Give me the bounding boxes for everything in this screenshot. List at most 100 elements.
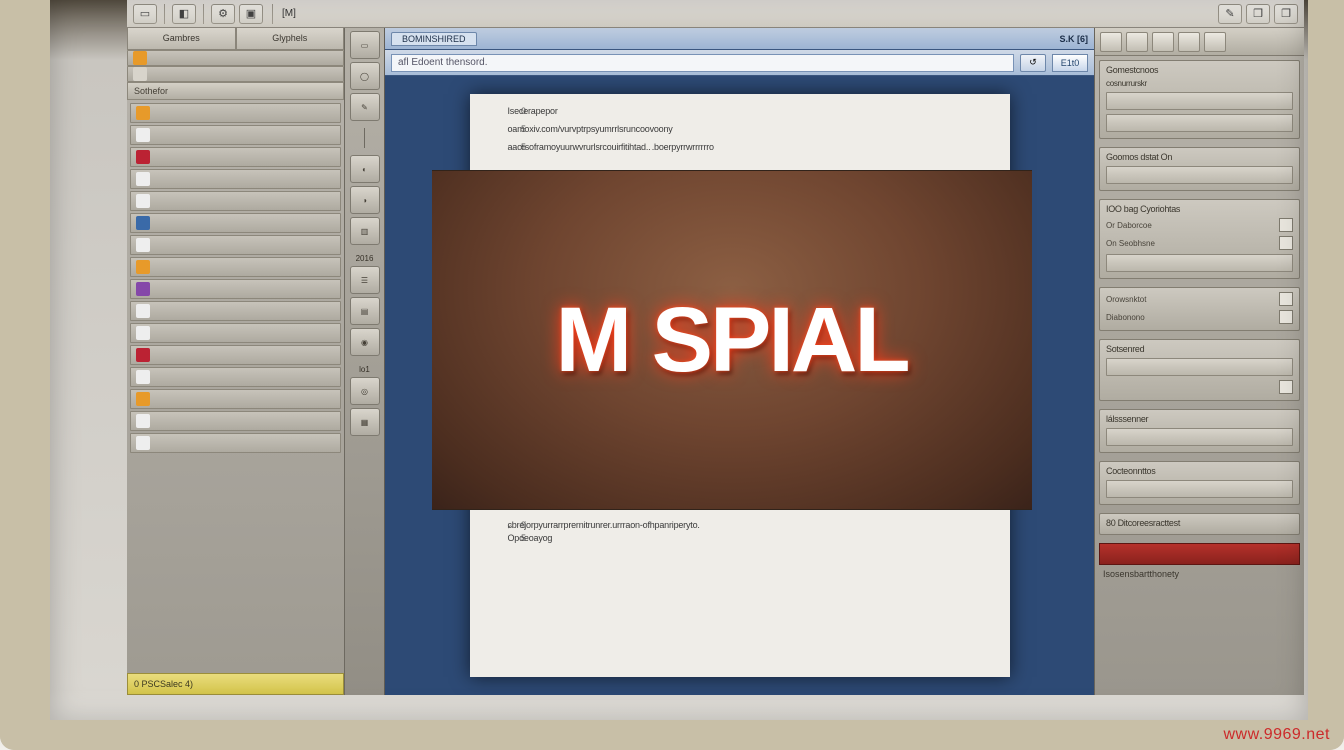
section-header: Gomestcnoos (1106, 65, 1293, 75)
address-field[interactable]: afl Edoent thensord. (391, 54, 1014, 72)
left-section-header: Sothefor (127, 82, 344, 100)
section-header: 80 Ditcoreesracttest (1106, 518, 1293, 528)
left-item-3[interactable] (130, 169, 341, 189)
swatch-icon (136, 436, 150, 450)
line-number: 0 (516, 104, 532, 119)
rp-btn-1[interactable] (1100, 32, 1122, 52)
tool-btn-8[interactable]: ▤ (350, 297, 380, 325)
checkbox[interactable] (1279, 292, 1293, 306)
right-section-3: OrowsnktotDiabonono (1099, 287, 1300, 331)
option-label: Orowsnktot (1106, 295, 1275, 304)
document-area: BOMINSHIRED S.K [6] afl Edoent thensord.… (385, 28, 1094, 695)
tool-label-low: lo1 (359, 365, 370, 374)
checkbox[interactable] (1279, 380, 1293, 394)
tool-btn-7[interactable]: ☰ (350, 266, 380, 294)
value-field[interactable] (1106, 254, 1293, 272)
left-sidebar: Gambres Glyphels Sothefor 0 PSCSalec 4) (127, 28, 345, 695)
left-item-11[interactable] (130, 345, 341, 365)
menubar-btn-win[interactable]: ▣ (239, 4, 263, 24)
tool-btn-11[interactable]: ▦ (350, 408, 380, 436)
tool-label-mid: 2016 (356, 254, 374, 263)
value-field[interactable] (1106, 92, 1293, 110)
swatch-icon (136, 348, 150, 362)
left-item-7[interactable] (130, 257, 341, 277)
menubar-btn-aux2[interactable]: ❒ (1246, 4, 1270, 24)
left-row-top-a[interactable] (127, 50, 344, 66)
value-field[interactable] (1106, 166, 1293, 184)
swatch-icon (136, 392, 150, 406)
right-error-label: Isosensbartthonety (1095, 569, 1304, 583)
go-button[interactable]: E1t0 (1052, 54, 1088, 72)
reload-button[interactable]: ↺ (1020, 54, 1046, 72)
tool-btn-4[interactable]: ◐ (350, 155, 380, 183)
section-header: lálsssenner (1106, 414, 1293, 424)
left-item-9[interactable] (130, 301, 341, 321)
left-item-12[interactable] (130, 367, 341, 387)
left-item-5[interactable] (130, 213, 341, 233)
right-panel: GomestcnooscosnurrurskrGoomos dstat OnIO… (1094, 28, 1304, 695)
left-tab-1[interactable]: Gambres (127, 28, 236, 50)
swatch-icon (136, 370, 150, 384)
left-item-10[interactable] (130, 323, 341, 343)
doc-line: aaorsoframoyuurwvrurlsrcouirfitihtad.. .… (508, 140, 988, 155)
tool-btn-2[interactable]: ◯ (350, 62, 380, 90)
section-header: Sotsenred (1106, 344, 1293, 354)
menubar-btn-tools[interactable]: ⚙ (211, 4, 235, 24)
swatch-icon (136, 106, 150, 120)
left-row-top-b[interactable] (127, 66, 344, 82)
tool-btn-10[interactable]: ◎ (350, 377, 380, 405)
tool-btn-5[interactable]: ◑ (350, 186, 380, 214)
right-error-strip (1099, 543, 1300, 565)
left-item-2[interactable] (130, 147, 341, 167)
right-section-5: lálsssenner (1099, 409, 1300, 453)
swatch-icon (136, 326, 150, 340)
left-status-bar: 0 PSCSalec 4) (127, 673, 344, 695)
swatch-icon (136, 260, 150, 274)
hero-title: M SPIAL (555, 288, 907, 393)
reload-icon: ↺ (1029, 57, 1037, 68)
rp-btn-5[interactable] (1204, 32, 1226, 52)
menubar-btn-doc[interactable]: ▭ (133, 4, 157, 24)
rp-btn-2[interactable] (1126, 32, 1148, 52)
checkbox[interactable] (1279, 310, 1293, 324)
right-section-7: 80 Ditcoreesracttest (1099, 513, 1300, 535)
value-field[interactable] (1106, 428, 1293, 446)
line-number: 5 (516, 533, 532, 543)
option-label: Or Daborcoe (1106, 221, 1275, 230)
rp-btn-3[interactable] (1152, 32, 1174, 52)
left-item-6[interactable] (130, 235, 341, 255)
left-item-1[interactable] (130, 125, 341, 145)
right-toolbar (1095, 28, 1304, 56)
value-field[interactable] (1106, 358, 1293, 376)
menubar-btn-view[interactable]: ◧ (172, 4, 196, 24)
section-header: Goomos dstat On (1106, 152, 1293, 162)
left-item-15[interactable] (130, 433, 341, 453)
left-tab-2[interactable]: Glyphels (236, 28, 345, 50)
tool-btn-9[interactable]: ◉ (350, 328, 380, 356)
folder-icon (133, 51, 147, 65)
file-icon (133, 67, 147, 81)
tool-btn-1[interactable]: ▭ (350, 31, 380, 59)
tool-btn-3[interactable]: ✎ (350, 93, 380, 121)
menubar-btn-aux3[interactable]: ❐ (1274, 4, 1298, 24)
left-item-14[interactable] (130, 411, 341, 431)
tool-btn-6[interactable]: ▥ (350, 217, 380, 245)
section-header: IOO bag Cyoriohtas (1106, 204, 1293, 214)
checkbox[interactable] (1279, 218, 1293, 232)
checkbox[interactable] (1279, 236, 1293, 250)
option-label: On Seobhsne (1106, 239, 1275, 248)
line-number: 5 (516, 140, 532, 155)
left-item-13[interactable] (130, 389, 341, 409)
left-item-8[interactable] (130, 279, 341, 299)
left-item-4[interactable] (130, 191, 341, 211)
doc-tab[interactable]: BOMINSHIRED (391, 32, 477, 46)
menubar-btn-aux1[interactable]: ✎ (1218, 4, 1242, 24)
swatch-icon (136, 128, 150, 142)
left-item-0[interactable] (130, 103, 341, 123)
rp-btn-4[interactable] (1178, 32, 1200, 52)
section-header: Cocteonnttos (1106, 466, 1293, 476)
value-field[interactable] (1106, 114, 1293, 132)
value-field[interactable] (1106, 480, 1293, 498)
right-section-1: Goomos dstat On (1099, 147, 1300, 191)
doc-tab-counter: S.K [6] (1059, 34, 1088, 44)
